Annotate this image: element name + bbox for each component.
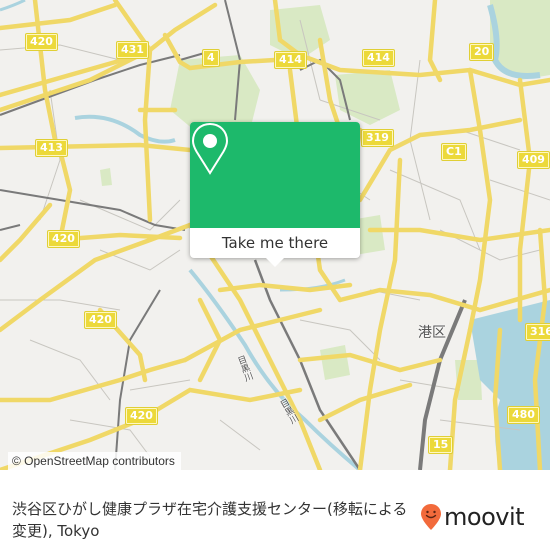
route-shield-C1: C1 — [441, 143, 467, 161]
popup-header — [190, 122, 360, 228]
moovit-logo[interactable]: moovit — [420, 502, 525, 532]
route-shield-15: 15 — [427, 436, 454, 454]
route-shield-420: 420 — [84, 311, 117, 329]
map-pin-icon — [191, 122, 229, 175]
route-shield-480: 480 — [507, 406, 540, 424]
route-shield-20: 20 — [468, 43, 495, 61]
district-label-minato: 港区 — [418, 325, 446, 341]
take-me-there-button[interactable]: Take me there — [190, 228, 360, 258]
route-shield-409: 409 — [517, 151, 550, 169]
river — [0, 0, 26, 12]
park-area — [100, 168, 112, 186]
route-shield-420: 420 — [47, 230, 80, 248]
route-shield-420: 420 — [125, 407, 158, 425]
attribution-text: © OpenStreetMap contributors — [12, 454, 175, 468]
route-shield-413: 413 — [35, 139, 68, 157]
place-title: 渋谷区ひがし健康プラザ在宅介護支援センター(移転による変更), Tokyo — [12, 500, 408, 540]
route-shield-4: 4 — [202, 49, 220, 67]
route-shield-414: 414 — [362, 49, 395, 67]
park-area — [320, 345, 350, 380]
popup-pointer — [266, 258, 284, 267]
map-canvas[interactable]: 港区 目黒川 目黒川 420 431 4 414 414 20 413 319 … — [0, 0, 550, 470]
route-shield-420: 420 — [25, 33, 58, 51]
moovit-pin-icon — [421, 504, 441, 530]
rail-line — [0, 189, 186, 231]
route-shield-316: 316 — [525, 323, 550, 341]
location-popup: Take me there — [190, 122, 360, 267]
rail-line — [0, 224, 21, 231]
route-shield-414: 414 — [274, 51, 307, 69]
brand-name: moovit — [444, 503, 525, 531]
route-shield-431: 431 — [116, 41, 149, 59]
route-shield-319: 319 — [361, 129, 394, 147]
footer: 渋谷区ひがし健康プラザ在宅介護支援センター(移転による変更), Tokyo mo… — [0, 470, 550, 550]
river — [74, 114, 176, 144]
osm-attribution[interactable]: © OpenStreetMap contributors — [8, 452, 181, 470]
